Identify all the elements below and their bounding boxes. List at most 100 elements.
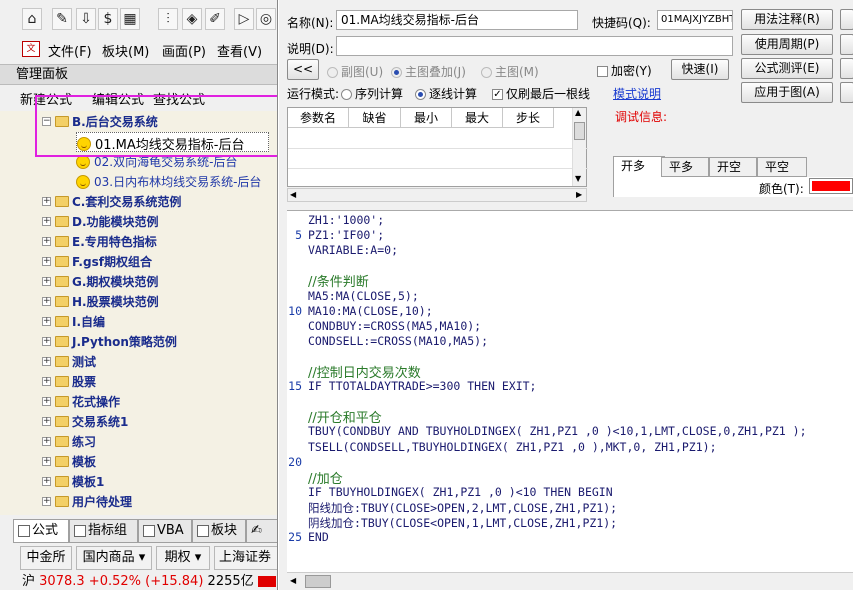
folder-icon: [55, 356, 69, 367]
scroll-thumb[interactable]: [305, 575, 331, 588]
tab-close-long[interactable]: 平多: [661, 157, 709, 177]
expand-icon[interactable]: +: [42, 277, 51, 286]
tree-folder[interactable]: + E.专用特色指标: [42, 233, 157, 253]
status-color-swatch: [257, 576, 276, 587]
tree-folder[interactable]: + 模板: [42, 453, 96, 473]
tab-formula[interactable]: 公式: [13, 519, 69, 543]
tab-open-short[interactable]: 开空: [709, 157, 757, 177]
tree-folder[interactable]: + C.套利交易系统范例: [42, 193, 181, 213]
tree-folder[interactable]: + 测试: [42, 353, 96, 373]
menu-sector[interactable]: 板块(M): [102, 41, 149, 60]
fast-button[interactable]: 快速(I): [671, 59, 729, 80]
tree-folder[interactable]: + 花式操作: [42, 393, 120, 413]
collapse-button[interactable]: <<: [287, 59, 319, 80]
expand-icon[interactable]: +: [42, 337, 51, 346]
side-button-3[interactable]: [840, 58, 853, 79]
formula-test-button[interactable]: 公式测评(E): [741, 58, 833, 79]
expand-icon[interactable]: +: [42, 357, 51, 366]
debug-info-label: 调试信息:: [615, 110, 668, 124]
side-button-4[interactable]: [840, 82, 853, 103]
radio-main-chart[interactable]: 主图(M): [481, 63, 539, 80]
code-line: 阳线加仓:TBUY(CLOSE>OPEN,2,LMT,CLOSE,ZH1,PZ1…: [308, 500, 618, 515]
kline-icon[interactable]: ⫶: [158, 8, 178, 30]
menu-view[interactable]: 查看(V): [217, 41, 262, 60]
use-period-button[interactable]: 使用周期(P): [741, 34, 833, 55]
expand-icon[interactable]: +: [42, 197, 51, 206]
description-input[interactable]: [336, 36, 733, 56]
expand-icon[interactable]: +: [42, 297, 51, 306]
line-number: 25: [288, 530, 302, 545]
expand-icon[interactable]: +: [42, 217, 51, 226]
param-hscrollbar[interactable]: ◀ ▶: [287, 188, 587, 202]
tab-vba[interactable]: VBA: [138, 519, 192, 543]
tab-indicator-group[interactable]: 指标组: [69, 519, 138, 543]
tree-folder[interactable]: + G.期权模块范例: [42, 273, 158, 293]
apply-to-chart-button[interactable]: 应用于图(A): [741, 82, 833, 103]
tab-sector[interactable]: 板块: [192, 519, 246, 543]
dollar-icon[interactable]: $: [98, 8, 118, 30]
encrypt-checkbox[interactable]: 加密(Y): [597, 62, 652, 79]
market-commodity[interactable]: 国内商品 ▾: [76, 546, 152, 570]
side-button-2[interactable]: [840, 34, 853, 55]
download-icon[interactable]: ⇩: [76, 8, 96, 30]
play-icon[interactable]: ▷: [234, 8, 254, 30]
refresh-last-bar-checkbox[interactable]: ✓ 仅刷最后一根线: [492, 85, 590, 102]
expand-icon[interactable]: +: [42, 237, 51, 246]
tree-folder[interactable]: + J.Python策略范例: [42, 333, 177, 353]
tree-folder[interactable]: + 用户待处理: [42, 493, 132, 513]
expand-icon[interactable]: +: [42, 497, 51, 506]
tab-open-long[interactable]: 开多: [613, 156, 665, 178]
code-editor[interactable]: ZH1:'1000'; 5 PZ1:'IF00'; VARIABLE:A=0;//条件…: [287, 210, 853, 572]
edit-icon[interactable]: ✐: [205, 8, 225, 30]
diamond-icon[interactable]: ◈: [182, 8, 202, 30]
market-shanghai[interactable]: 上海证券: [214, 546, 277, 570]
mode-description-link[interactable]: 模式说明: [613, 85, 661, 102]
formula-tree: − B.后台交易系统 01.MA均线交易指标-后台 02.双向海龟交易系统-后台 …: [0, 111, 277, 515]
radio-tick-calc[interactable]: 逐线计算: [415, 85, 477, 102]
indicator-icon: [74, 525, 86, 537]
expand-icon[interactable]: +: [42, 477, 51, 486]
expand-icon[interactable]: +: [42, 437, 51, 446]
tab-close-short[interactable]: 平空: [757, 157, 807, 177]
tab-more[interactable]: ✍: [246, 519, 277, 543]
pen-icon[interactable]: ✎: [52, 8, 72, 30]
tree-folder[interactable]: + 交易系统1: [42, 413, 128, 433]
menu-view-screen[interactable]: 画面(P): [162, 41, 206, 60]
code-hscrollbar[interactable]: ◀: [287, 572, 853, 590]
scroll-left-icon[interactable]: ◀: [290, 190, 296, 199]
expand-icon[interactable]: +: [42, 457, 51, 466]
param-scrollbar[interactable]: ▲ ▼: [572, 108, 586, 186]
radio-main-overlay[interactable]: 主图叠加(J): [391, 63, 466, 80]
expand-icon[interactable]: +: [42, 417, 51, 426]
tree-folder[interactable]: + I.自编: [42, 313, 105, 333]
grid-icon[interactable]: ▦: [120, 8, 140, 30]
tree-folder[interactable]: + 股票: [42, 373, 96, 393]
color-picker[interactable]: [809, 178, 853, 194]
tree-folder[interactable]: + H.股票模块范例: [42, 293, 159, 313]
scroll-right-icon[interactable]: ▶: [576, 190, 582, 199]
name-input[interactable]: 01.MA均线交易指标-后台: [336, 10, 578, 30]
tree-item[interactable]: 03.日内布林均线交易系统-后台: [76, 173, 261, 193]
expand-icon[interactable]: +: [42, 257, 51, 266]
home-icon[interactable]: ⌂: [22, 8, 42, 30]
scroll-left-icon[interactable]: ◀: [290, 576, 296, 585]
expand-icon[interactable]: +: [42, 317, 51, 326]
tree-folder[interactable]: + D.功能模块范例: [42, 213, 159, 233]
shortcut-input[interactable]: 01MAJXJYZBHT: [657, 10, 733, 30]
tree-folder[interactable]: + F.gsf期权组合: [42, 253, 152, 273]
side-button-1[interactable]: [840, 9, 853, 30]
radio-sequence-calc[interactable]: 序列计算: [341, 85, 403, 102]
radio-sub-chart[interactable]: 副图(U): [327, 63, 383, 80]
stop-icon[interactable]: ◎: [256, 8, 276, 30]
usage-notes-button[interactable]: 用法注释(R): [741, 9, 833, 30]
market-options[interactable]: 期权 ▾: [156, 546, 210, 570]
expand-icon[interactable]: +: [42, 397, 51, 406]
menu-file[interactable]: 文件(F): [48, 41, 92, 60]
scroll-down-icon[interactable]: ▼: [575, 174, 581, 183]
expand-icon[interactable]: +: [42, 377, 51, 386]
scroll-up-icon[interactable]: ▲: [575, 108, 581, 117]
tree-folder[interactable]: + 模板1: [42, 473, 104, 493]
panel-title: 管理面板: [0, 64, 277, 85]
market-cffex[interactable]: 中金所: [20, 546, 72, 570]
tree-folder[interactable]: + 练习: [42, 433, 96, 453]
